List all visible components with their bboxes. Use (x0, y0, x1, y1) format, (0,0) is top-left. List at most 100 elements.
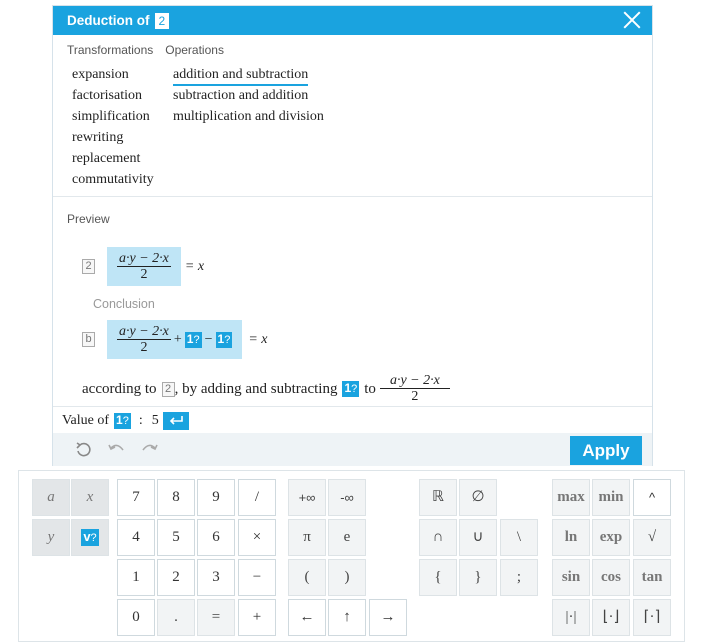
bottom-toolbar: Apply (53, 433, 652, 466)
key-cos[interactable]: cos (592, 559, 630, 596)
conclusion-label: Conclusion (93, 297, 155, 311)
key-9[interactable]: 9 (197, 479, 235, 516)
arrow-up-icon[interactable]: ↑ (328, 599, 366, 636)
key-tan[interactable]: tan (633, 559, 671, 596)
key-sin[interactable]: sin (552, 559, 590, 596)
operations-list: addition and subtraction subtraction and… (173, 64, 324, 127)
transformation-item[interactable]: expansion (72, 64, 154, 85)
conclusion-rhs: = x (248, 331, 268, 347)
transformation-item[interactable]: rewriting (72, 127, 154, 148)
operations-header: Operations (165, 43, 224, 57)
key-equals[interactable]: = (197, 599, 235, 636)
key-placeholder[interactable]: v? (71, 519, 109, 556)
value-colon: : (138, 413, 143, 428)
key-reals[interactable]: ℝ (419, 479, 457, 516)
key-floor[interactable]: ⌊·⌋ (592, 599, 630, 636)
dialog-title: Deduction of (67, 13, 150, 28)
key-4[interactable]: 4 (117, 519, 155, 556)
transformation-item[interactable]: simplification (72, 106, 154, 127)
according-numerator: a·y − 2·x (379, 373, 450, 389)
key-plus-infinity[interactable]: +∞ (288, 479, 326, 516)
dialog-titlebar: Deduction of 2 (53, 6, 652, 35)
key-semicolon[interactable]: ; (500, 559, 538, 596)
key-x[interactable]: x (71, 479, 109, 516)
operation-item[interactable]: subtraction and addition (173, 85, 324, 106)
key-plus[interactable]: + (238, 599, 276, 636)
reset-icon[interactable] (75, 442, 91, 463)
conclusion-numerator: a·y − 2·x (117, 324, 171, 340)
operation-item-selected[interactable]: addition and subtraction (173, 66, 309, 86)
key-5[interactable]: 5 (157, 519, 195, 556)
key-right-paren[interactable]: ) (328, 559, 366, 596)
key-max[interactable]: max (552, 479, 590, 516)
key-6[interactable]: 6 (197, 519, 235, 556)
according-text: according to (82, 380, 157, 397)
key-divide[interactable]: / (238, 479, 276, 516)
key-pi[interactable]: π (288, 519, 326, 556)
key-minus-infinity[interactable]: -∞ (328, 479, 366, 516)
divider (53, 406, 652, 407)
key-0[interactable]: 0 (117, 599, 155, 636)
minus-sign: − (204, 332, 213, 347)
key-y[interactable]: y (32, 519, 70, 556)
key-union[interactable]: ∪ (459, 519, 497, 556)
key-min[interactable]: min (592, 479, 630, 516)
key-multiply[interactable]: × (238, 519, 276, 556)
operation-item[interactable]: multiplication and division (173, 106, 324, 127)
placeholder-badge[interactable]: 1? (342, 381, 360, 397)
key-intersection[interactable]: ∩ (419, 519, 457, 556)
conclusion-denominator: 2 (140, 340, 148, 355)
key-left-paren[interactable]: ( (288, 559, 326, 596)
transformation-item[interactable]: replacement (72, 148, 154, 169)
key-power[interactable]: ^ (633, 479, 671, 516)
premise-denominator: 2 (140, 267, 148, 282)
premise-highlight[interactable]: a·y − 2·x 2 (107, 247, 181, 286)
placeholder-badge[interactable]: 1? (184, 332, 202, 348)
key-1[interactable]: 1 (117, 559, 155, 596)
key-a[interactable]: a (32, 479, 70, 516)
key-empty-set[interactable]: ∅ (459, 479, 497, 516)
deduction-dialog: Deduction of 2 Transformations Operation… (52, 5, 653, 466)
transformation-item[interactable]: commutativity (72, 169, 154, 190)
according-text-3: to (364, 380, 376, 397)
placeholder-badge[interactable]: 1? (215, 332, 233, 348)
undo-icon[interactable] (107, 442, 125, 463)
enter-icon[interactable] (162, 412, 189, 430)
key-setminus[interactable]: \ (500, 519, 538, 556)
plus-sign: + (173, 332, 182, 347)
key-left-brace[interactable]: { (419, 559, 457, 596)
key-ln[interactable]: ln (552, 519, 590, 556)
key-8[interactable]: 8 (157, 479, 195, 516)
key-7[interactable]: 7 (117, 479, 155, 516)
premise-numerator: a·y − 2·x (117, 251, 171, 267)
key-exp[interactable]: exp (592, 519, 630, 556)
premise-rhs: = x (184, 258, 205, 274)
apply-button[interactable]: Apply (570, 436, 642, 465)
key-e[interactable]: e (328, 519, 366, 556)
transformations-header: Transformations (67, 43, 154, 57)
according-denominator: 2 (411, 389, 419, 404)
math-keyboard: a x y v? 7 8 9 / 4 5 6 × 1 2 3 − 0 . = +… (18, 470, 685, 642)
conclusion-equation: b a·y − 2·x 2 + 1? − 1? = x (82, 320, 267, 359)
key-minus[interactable]: − (238, 559, 276, 596)
transformations-list: expansion factorisation simplification r… (72, 64, 154, 190)
conclusion-highlight[interactable]: a·y − 2·x 2 + 1? − 1? (107, 320, 243, 359)
arrow-left-icon[interactable]: ← (288, 599, 326, 636)
key-right-brace[interactable]: } (459, 559, 497, 596)
premise-ref: 2 (82, 259, 95, 274)
key-dot[interactable]: . (157, 599, 195, 636)
key-abs[interactable]: |·| (552, 599, 590, 636)
close-icon[interactable] (622, 10, 642, 30)
value-input[interactable]: 5 (152, 413, 159, 429)
according-text-2: , by adding and subtracting (174, 380, 338, 397)
transformation-item[interactable]: factorisation (72, 85, 154, 106)
key-sqrt[interactable]: √ (633, 519, 671, 556)
justification-text: according to 2 , by adding and subtracti… (82, 373, 450, 405)
arrow-right-icon[interactable]: → (369, 599, 407, 636)
key-ceil[interactable]: ⌈·⌉ (633, 599, 671, 636)
preview-label: Preview (67, 212, 110, 226)
value-label: Value of (62, 413, 110, 428)
redo-icon[interactable] (141, 442, 159, 463)
key-2[interactable]: 2 (157, 559, 195, 596)
key-3[interactable]: 3 (197, 559, 235, 596)
